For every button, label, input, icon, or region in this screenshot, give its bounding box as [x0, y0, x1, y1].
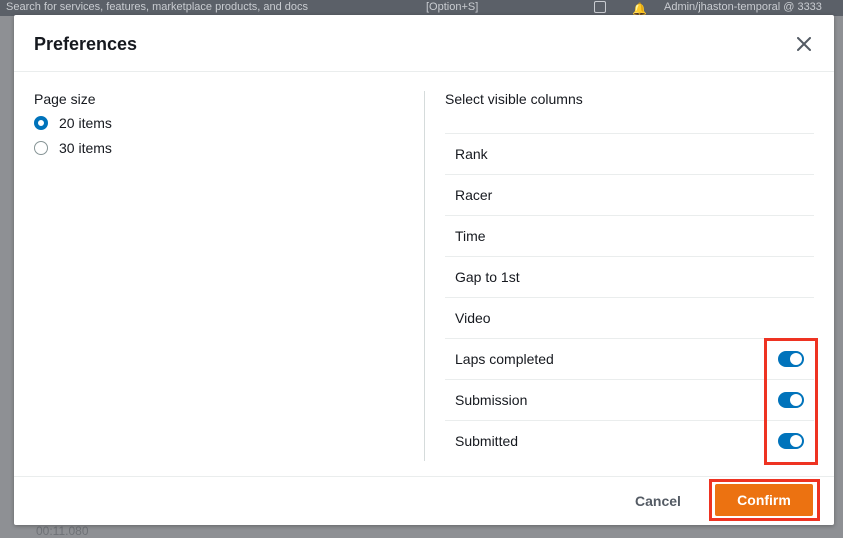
background-search-shortcut: [Option+S]	[426, 1, 479, 13]
page-size-option-30[interactable]: 30 items	[34, 138, 112, 158]
column-label: Laps completed	[455, 351, 554, 367]
column-label: Racer	[455, 187, 493, 203]
column-row-submission: Submission	[445, 379, 814, 420]
close-button[interactable]	[792, 32, 816, 56]
column-label: Gap to 1st	[455, 269, 520, 285]
column-label: Video	[455, 310, 491, 326]
column-row-video: Video	[445, 297, 814, 338]
column-row-submitted: Submitted	[445, 420, 814, 461]
background-top-nav: Search for services, features, marketpla…	[0, 0, 843, 16]
column-label: Rank	[455, 146, 488, 162]
column-row-racer: Racer	[445, 174, 814, 215]
visible-columns-label: Select visible columns	[445, 91, 583, 107]
preferences-modal: Preferences Page size 20 items 30 items …	[14, 15, 834, 525]
page-size-option-label: 30 items	[59, 140, 112, 156]
page-size-label: Page size	[34, 91, 96, 107]
background-account-text: Admin/jhaston-temporal @ 3333	[664, 1, 822, 13]
column-row-rank: Rank	[445, 133, 814, 174]
modal-title: Preferences	[34, 34, 138, 54]
column-row-time: Time	[445, 215, 814, 256]
column-label: Submitted	[455, 433, 519, 449]
confirm-highlight-box	[709, 479, 820, 521]
close-icon	[797, 37, 811, 51]
column-row-gap-to-1st: Gap to 1st	[445, 256, 814, 297]
column-label: Submission	[455, 392, 528, 408]
toggles-highlight-box	[764, 338, 818, 465]
page-size-option-20[interactable]: 20 items	[34, 113, 112, 133]
bell-icon: 🔔	[632, 2, 647, 16]
visible-columns-list: Rank Racer Time Gap to 1st Video Laps co…	[445, 133, 814, 461]
radio-unchecked-icon[interactable]	[34, 141, 48, 155]
modal-footer: Cancel Confirm	[14, 476, 834, 525]
modal-header: Preferences	[14, 15, 834, 72]
page-size-option-label: 20 items	[59, 115, 112, 131]
column-label: Time	[455, 228, 486, 244]
cloudshell-icon	[594, 1, 606, 13]
radio-checked-icon[interactable]	[34, 116, 48, 130]
section-divider	[424, 91, 425, 461]
background-search-text: Search for services, features, marketpla…	[6, 1, 309, 13]
background-time-value: 00:11.080	[36, 524, 89, 538]
cancel-button[interactable]: Cancel	[625, 489, 691, 513]
column-row-laps-completed: Laps completed	[445, 338, 814, 379]
